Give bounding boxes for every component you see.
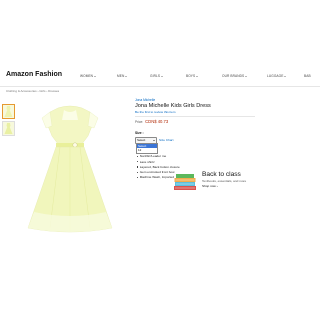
nav-men-label: MEN <box>117 74 125 78</box>
nav-women-label: WOMEN <box>80 74 94 78</box>
nav-divider <box>0 86 320 87</box>
thumbnail-strip <box>2 104 15 138</box>
chevron-down-icon <box>284 75 287 77</box>
chevron-down-icon <box>94 75 97 77</box>
chevron-down-icon <box>245 75 248 77</box>
nav-women[interactable]: WOMEN <box>80 74 97 78</box>
nav-bab-label: BAB <box>304 74 311 78</box>
size-option-12[interactable]: 12 <box>137 148 157 152</box>
review-link[interactable]: Be the first to review this item <box>135 110 255 114</box>
nav-luggage[interactable]: LUGGAGE <box>267 74 287 78</box>
price-label: Price: <box>135 120 144 124</box>
nav-men[interactable]: MEN <box>117 74 128 78</box>
product-image[interactable] <box>20 100 120 240</box>
product-details: Jona Michelle Jona Michelle Kids Girls D… <box>135 98 255 144</box>
nav-luggage-label: LUGGAGE <box>267 74 284 78</box>
nav-boys[interactable]: BOYS <box>186 74 199 78</box>
ad-subtitle: Textbooks, essentials, and more <box>202 179 247 183</box>
chevron-down-icon <box>196 75 199 77</box>
books-icon <box>173 173 197 191</box>
ad-shop-now-link[interactable]: Shop now › <box>202 184 218 188</box>
category-nav: WOMEN MEN GIRLS BOYS OUR BRANDS LUGGAGE … <box>60 71 320 83</box>
nav-bab[interactable]: BAB <box>304 74 311 78</box>
nav-our-brands[interactable]: OUR BRANDS <box>222 74 248 78</box>
size-chart-link[interactable]: Size Chart <box>159 138 173 142</box>
thumbnail-back[interactable] <box>2 121 15 136</box>
brand-link[interactable]: Jona Michelle <box>135 98 255 102</box>
chevron-down-icon <box>125 75 128 77</box>
back-to-class-ad[interactable]: Back to class Textbooks, essentials, and… <box>170 168 260 194</box>
nav-girls-label: GIRLS <box>150 74 161 78</box>
size-label: Size : <box>135 131 144 135</box>
size-dropdown-list: Select 12 <box>136 143 158 154</box>
price-value: CDN$ 40.73 <box>145 119 169 124</box>
chevron-down-icon <box>152 140 155 141</box>
ad-title: Back to class <box>202 171 241 178</box>
thumbnail-front[interactable] <box>2 104 15 119</box>
chevron-down-icon <box>161 75 164 77</box>
product-title: Jona Michelle Kids Girls Dress <box>135 103 211 109</box>
bullet-text: Lace shirtz <box>139 159 155 164</box>
nav-our-brands-label: OUR BRANDS <box>222 74 245 78</box>
top-blank-area <box>0 0 320 64</box>
nav-girls[interactable]: GIRLS <box>150 74 164 78</box>
size-select-value: Select <box>137 138 146 142</box>
bullet-text: Nonfiltrr/Leader me <box>139 154 167 159</box>
price-row: Price: CDN$ 40.73 <box>135 119 255 124</box>
nav-boys-label: BOYS <box>186 74 196 78</box>
details-divider <box>135 116 255 117</box>
breadcrumb[interactable]: Clothing & Accessories › Girls › Dresses <box>6 89 59 93</box>
bullet-text: Machine Wash, Imported <box>139 175 174 180</box>
brand-logo[interactable]: Amazon Fashion <box>6 71 62 78</box>
